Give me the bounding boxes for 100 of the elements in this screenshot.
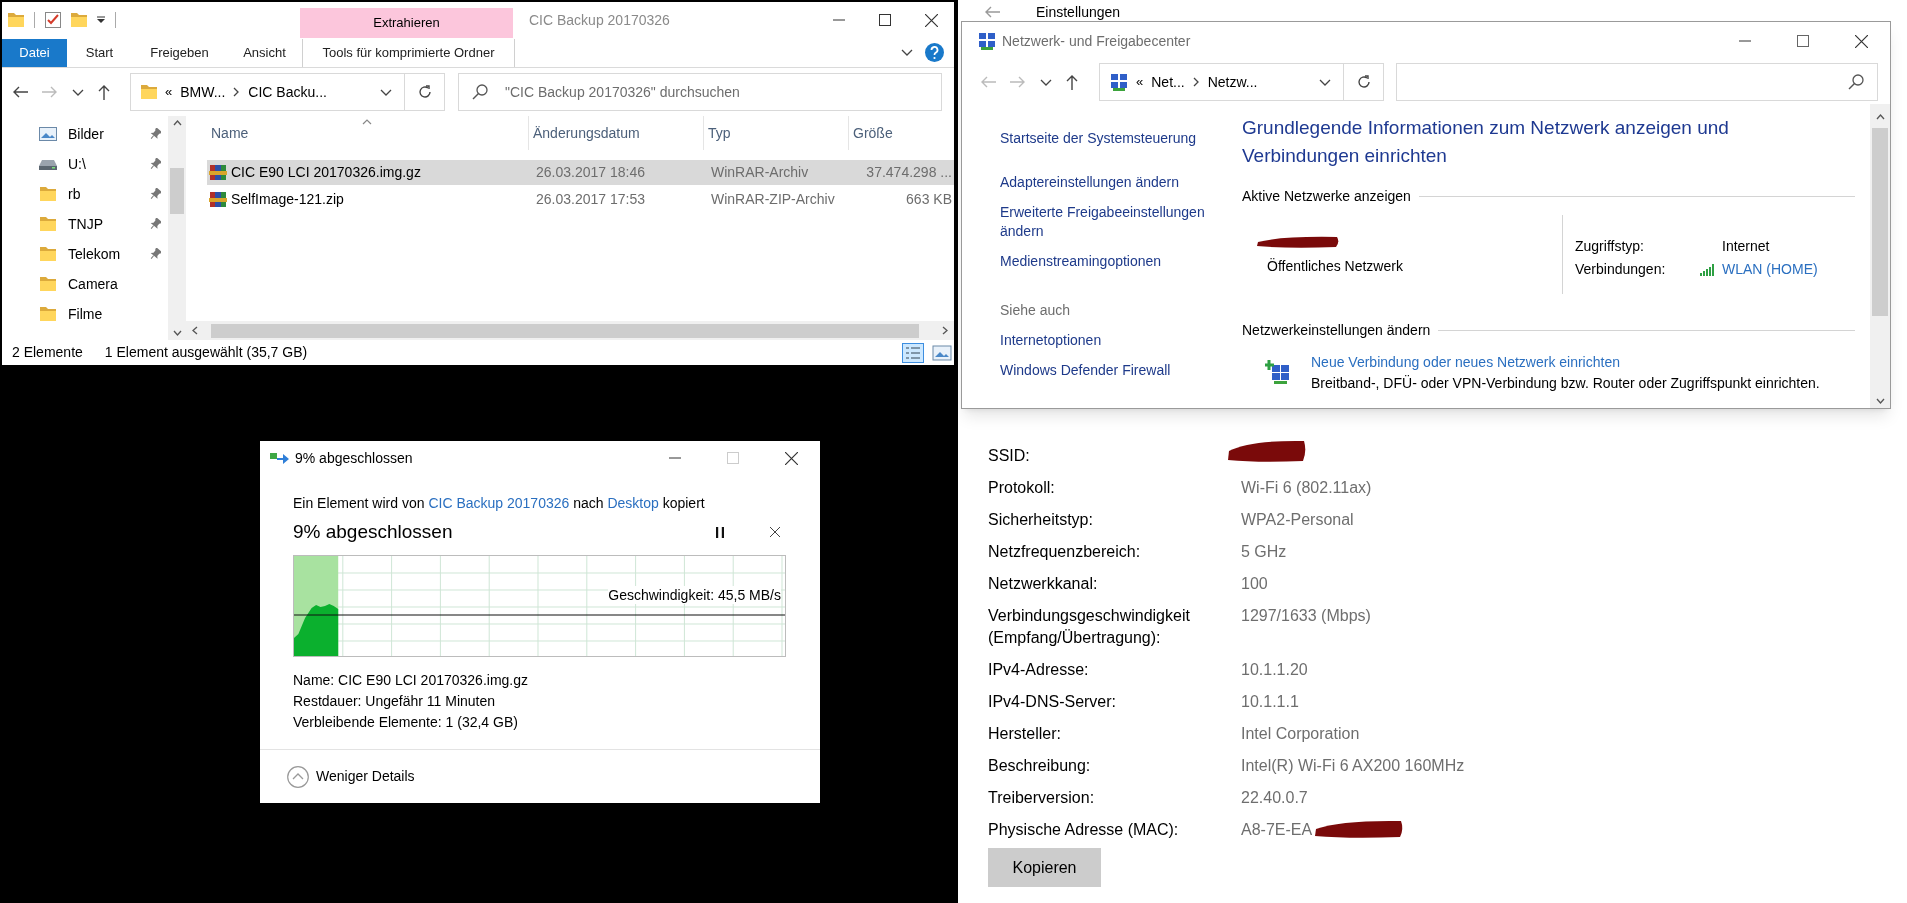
network-icon xyxy=(978,32,996,50)
message-link[interactable]: Desktop xyxy=(607,495,659,511)
progress-heading: 9% abgeschlossen xyxy=(293,519,453,544)
scroll-up-icon[interactable] xyxy=(1875,114,1885,120)
nav-item[interactable]: Camera xyxy=(68,273,148,295)
scrollbar-thumb[interactable] xyxy=(170,168,184,214)
task-link[interactable]: Windows Defender Firewall xyxy=(1000,361,1215,380)
ribbon-tab[interactable]: Datei xyxy=(2,38,67,67)
breadcrumb-item[interactable]: CIC Backu... xyxy=(248,81,327,103)
recent-locations-icon[interactable] xyxy=(1040,78,1052,86)
detail-text: Restdauer: Ungefähr 11 Minuten xyxy=(293,692,497,711)
section-label: Siehe auch xyxy=(1000,301,1072,320)
expand-ribbon-icon[interactable] xyxy=(901,49,913,56)
folder-icon xyxy=(40,247,56,261)
dropdown-icon[interactable] xyxy=(380,88,392,96)
column-header[interactable]: Änderungsdatum xyxy=(533,122,640,144)
address-bar[interactable]: « BMW... CIC Backu... xyxy=(130,73,445,111)
property-value: 10.1.1.1 xyxy=(1241,692,1299,712)
collapse-icon[interactable] xyxy=(287,765,309,788)
recent-locations-icon[interactable] xyxy=(72,88,84,96)
task-link[interactable]: Erweiterte Freigabeeinstellungen ändern xyxy=(1000,203,1215,241)
property-label: Treiberversion: xyxy=(988,788,1096,808)
details-view-icon[interactable] xyxy=(902,342,924,363)
pin-icon[interactable] xyxy=(149,218,161,230)
close-icon[interactable] xyxy=(924,13,938,27)
info-label: Zugriffstyp: xyxy=(1575,237,1645,256)
scrollbar[interactable] xyxy=(168,116,186,340)
help-icon[interactable] xyxy=(925,43,944,62)
scrollbar[interactable] xyxy=(1870,104,1890,408)
scrollbar-thumb[interactable] xyxy=(1872,128,1888,316)
action-link[interactable]: Neue Verbindung oder neues Netzwerk einrichten xyxy=(1311,352,1820,372)
up-arrow-icon[interactable] xyxy=(98,84,110,100)
file-row[interactable]: CIC E90 LCI 20170326.img.gz 26.03.2017 18:46 WinRAR-Archiv 37.474.298 ... xyxy=(207,160,954,185)
customize-icon[interactable] xyxy=(97,16,105,24)
property-value: Intel Corporation xyxy=(1241,724,1360,744)
breadcrumb-item[interactable]: BMW... xyxy=(180,81,226,103)
detail-text: Name: CIC E90 LCI 20170326.img.gz xyxy=(293,671,529,690)
ribbon-tab[interactable]: Start xyxy=(67,38,132,67)
close-icon[interactable] xyxy=(1854,34,1868,48)
nav-item[interactable]: Telekom xyxy=(68,243,148,265)
property-value: Intel(R) Wi-Fi 6 AX200 160MHz xyxy=(1241,756,1465,776)
cancel-icon[interactable] xyxy=(770,527,780,537)
ribbon-tab[interactable]: Ansicht xyxy=(227,38,302,67)
speed-curve xyxy=(294,604,339,656)
scroll-up-icon[interactable] xyxy=(172,120,182,126)
scroll-right-icon[interactable] xyxy=(942,326,948,335)
task-link[interactable]: Startseite der Systemsteuerung xyxy=(1000,129,1215,148)
search-icon xyxy=(472,84,488,100)
pin-icon[interactable] xyxy=(149,158,161,170)
dropdown-icon[interactable] xyxy=(1319,78,1331,86)
nav-item[interactable]: U:\ xyxy=(68,153,148,175)
pause-icon[interactable] xyxy=(716,526,724,538)
nav-item[interactable]: rb xyxy=(68,183,148,205)
table-cell: 26.03.2017 18:46 xyxy=(536,164,645,180)
less-details-button[interactable]: Weniger Details xyxy=(316,766,415,787)
address-bar[interactable]: « Net... Netzw... xyxy=(1099,63,1384,101)
task-link[interactable]: Medienstreamingoptionen xyxy=(1000,252,1215,271)
up-arrow-icon[interactable] xyxy=(1066,74,1078,90)
back-arrow-icon[interactable] xyxy=(12,86,28,98)
copy-button[interactable]: Kopieren xyxy=(988,848,1101,887)
scroll-down-icon[interactable] xyxy=(1875,398,1885,404)
refresh-icon[interactable] xyxy=(416,84,433,100)
breadcrumb-item[interactable]: Netzw... xyxy=(1207,71,1258,93)
nav-item[interactable]: Filme xyxy=(68,303,148,325)
connection-link[interactable]: WLAN (HOME) xyxy=(1722,258,1818,281)
nav-item[interactable]: Bilder xyxy=(68,123,148,145)
ribbon-tab[interactable]: Tools für komprimierte Ordner xyxy=(302,38,515,67)
column-header[interactable]: Typ xyxy=(708,122,731,144)
maximize-icon[interactable] xyxy=(1797,35,1809,47)
network-icon xyxy=(1110,73,1128,91)
picture-icon xyxy=(39,127,57,141)
large-icons-view-icon[interactable] xyxy=(932,343,952,362)
folder-icon xyxy=(8,13,24,27)
task-link[interactable]: Internetoptionen xyxy=(1000,331,1215,350)
property-label: Verbindungsgeschwindigkeit (Empfang/Übertragung): xyxy=(988,606,1191,648)
task-link[interactable]: Adaptereinstellungen ändern xyxy=(1000,173,1215,192)
maximize-icon[interactable] xyxy=(879,14,891,26)
column-header[interactable]: Name xyxy=(211,122,249,144)
scroll-down-icon[interactable] xyxy=(172,330,182,336)
message-link[interactable]: CIC Backup 20170326 xyxy=(428,495,570,511)
horizontal-scrollbar[interactable] xyxy=(186,321,954,340)
column-header[interactable]: Größe xyxy=(853,122,893,144)
refresh-icon[interactable] xyxy=(1355,74,1372,90)
breadcrumb-overflow[interactable]: « xyxy=(1136,72,1144,92)
scroll-left-icon[interactable] xyxy=(192,326,198,335)
ribbon-tab[interactable]: Freigeben xyxy=(132,38,227,67)
pin-icon[interactable] xyxy=(149,128,161,140)
folder-icon xyxy=(40,277,56,291)
properties-icon[interactable] xyxy=(45,12,61,28)
search-field[interactable] xyxy=(1396,63,1878,101)
breadcrumb-item[interactable]: Net... xyxy=(1151,71,1185,93)
close-icon[interactable] xyxy=(784,451,798,465)
sort-icon[interactable] xyxy=(362,119,372,125)
search-field[interactable]: "CIC Backup 20170326" durchsuchen xyxy=(458,73,942,111)
pin-icon[interactable] xyxy=(149,248,161,260)
breadcrumb-overflow[interactable]: « xyxy=(165,82,173,102)
scrollbar-thumb[interactable] xyxy=(211,323,919,338)
pin-icon[interactable] xyxy=(149,188,161,200)
property-value: A8-7E-EA xyxy=(1241,820,1313,840)
nav-item[interactable]: TNJP xyxy=(68,213,148,235)
